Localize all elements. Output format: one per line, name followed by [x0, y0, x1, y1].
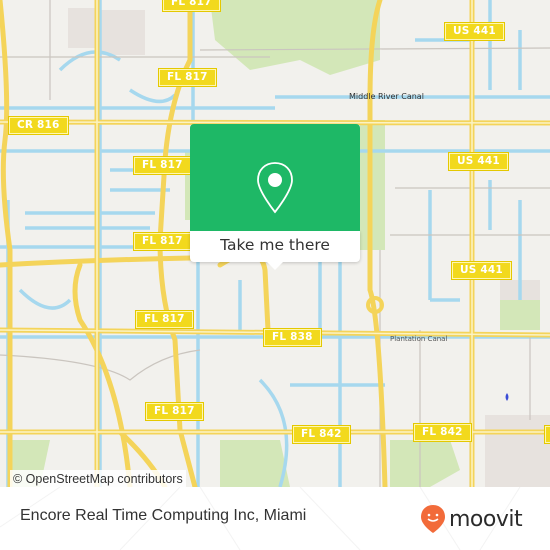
location-popup[interactable]: Take me there: [190, 124, 360, 270]
road-shield: FL 842: [413, 423, 472, 442]
footer: Encore Real Time Computing Inc, Miami mo…: [0, 487, 550, 550]
road-shield: FL 838: [263, 328, 322, 347]
road-shield: FL 817: [133, 232, 192, 251]
moovit-logo[interactable]: moovit: [420, 504, 523, 534]
road-shield: US 441: [448, 152, 509, 171]
brand-wordmark: moovit: [449, 506, 523, 532]
take-me-there-button[interactable]: Take me there: [190, 231, 360, 262]
road-shield: FL 842: [544, 425, 550, 444]
road-shield: FL 817: [135, 310, 194, 329]
road-shield: US 441: [444, 22, 505, 41]
poi-marker-icon: [505, 393, 509, 401]
map-pin-icon: [257, 162, 293, 214]
place-name: Encore Real Time Computing Inc, Miami: [20, 507, 307, 524]
moovit-pin-icon: [421, 505, 445, 533]
road-shield: US 441: [451, 261, 512, 280]
popup-pointer: [266, 261, 284, 270]
road-shield: FL 817: [133, 156, 192, 175]
road-shield: CR 816: [8, 116, 69, 135]
road-shield: FL 842: [292, 425, 351, 444]
water-label: Middle River Canal: [349, 92, 424, 101]
road-shield: FL 817: [145, 402, 204, 421]
popup-header: [190, 124, 360, 231]
road-shield: FL 817: [158, 68, 217, 87]
road-shield: FL 817: [162, 0, 221, 12]
map-attribution[interactable]: © OpenStreetMap contributors: [10, 470, 186, 487]
map-view[interactable]: FL 817 US 441 CR 816 FL 817 US 441 FL 81…: [0, 0, 550, 487]
water-label: Plantation Canal: [390, 335, 448, 343]
